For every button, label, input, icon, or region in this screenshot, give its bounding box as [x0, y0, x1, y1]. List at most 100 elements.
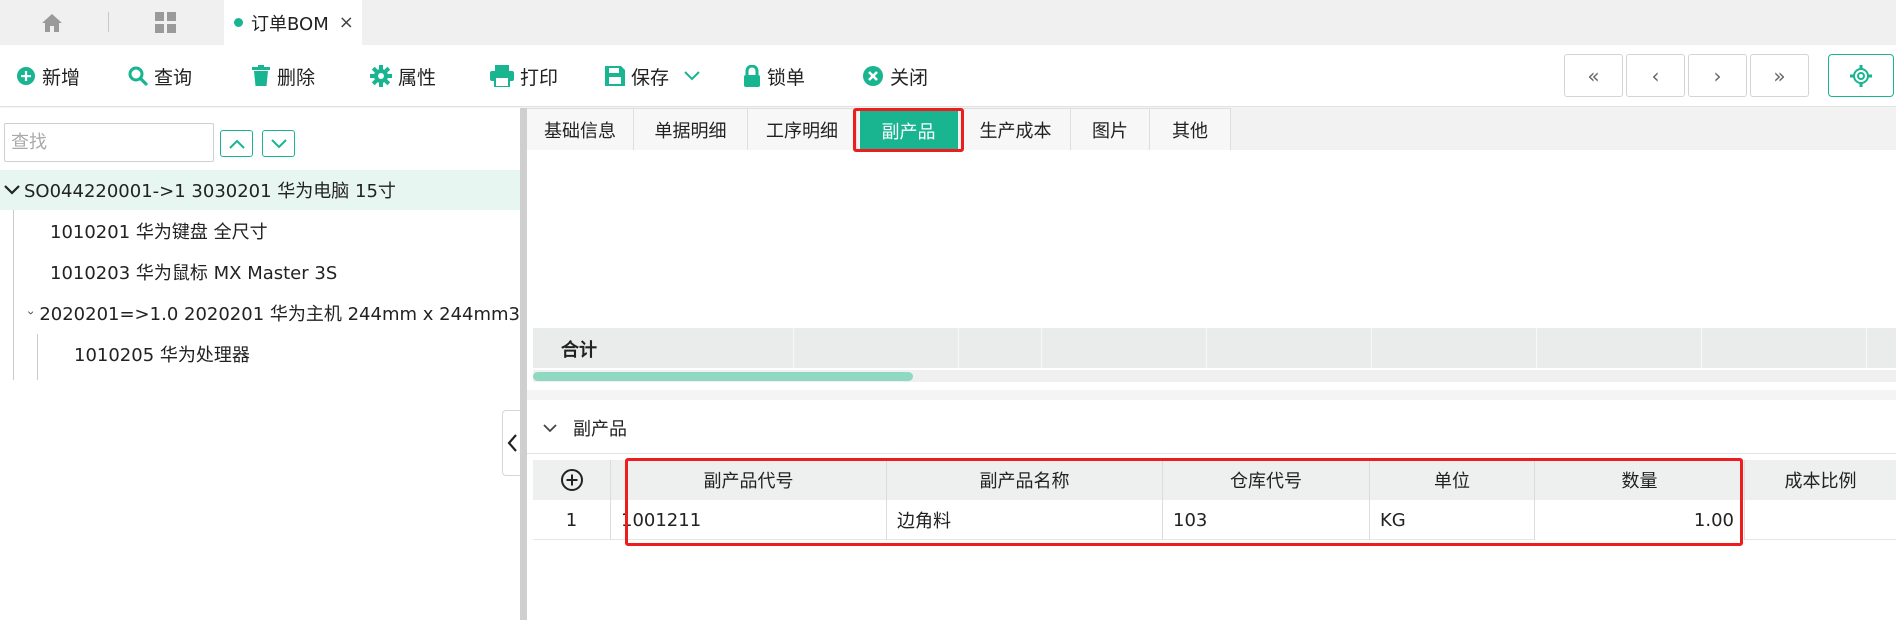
tab-production-cost[interactable]: 生产成本 [961, 108, 1071, 150]
tab-label: 图片 [1092, 120, 1128, 142]
tree-node-label: 1010205 华为处理器 [74, 345, 250, 366]
section-divider [527, 390, 1896, 400]
active-dot-icon [234, 18, 243, 27]
last-record-button[interactable]: » [1750, 54, 1809, 97]
double-chevron-left-icon: « [1587, 63, 1600, 88]
sum-label: 合计 [561, 340, 597, 361]
plus-circle-icon [560, 469, 583, 491]
divider [108, 12, 109, 32]
next-record-button[interactable]: › [1688, 54, 1747, 97]
horizontal-scrollbar[interactable] [533, 370, 1896, 382]
tree-node-label: 2020201=>1.0 2020201 华为主机 244mm x 244mm3 [39, 304, 520, 325]
chevron-down-icon [270, 138, 287, 148]
chevron-down-icon [543, 423, 557, 432]
search-icon [128, 66, 148, 86]
tree-node-root[interactable]: SO044220001->1 3030201 华为电脑 15寸 [0, 170, 520, 210]
divider [1866, 328, 1867, 368]
tab-label: 其他 [1172, 120, 1208, 142]
home-icon[interactable] [36, 10, 68, 36]
tree-node[interactable]: 1010203 华为鼠标 MX Master 3S [0, 252, 520, 292]
document-tab-title: 订单BOM [251, 13, 329, 35]
search-next-button[interactable] [262, 130, 295, 157]
tree-panel: SO044220001->1 3030201 华为电脑 15寸 1010201 … [0, 108, 520, 620]
printer-icon [490, 65, 514, 87]
chevron-left-icon: ‹ [1651, 63, 1660, 88]
chevron-left-icon [507, 434, 517, 452]
double-chevron-right-icon: » [1773, 63, 1786, 88]
apps-grid-icon[interactable] [150, 10, 182, 36]
tree-node-expandable[interactable]: 2020201=>1.0 2020201 华为主机 244mm x 244mm3 [0, 293, 520, 333]
gear-icon [1850, 64, 1872, 87]
save-disk-icon [605, 66, 625, 86]
divider [1371, 328, 1372, 368]
tree-node-label: 1010203 华为鼠标 MX Master 3S [50, 263, 338, 284]
tree-node-label: SO044220001->1 3030201 华为电脑 15寸 [24, 181, 396, 202]
save-dropdown-chevron-icon[interactable] [684, 61, 706, 91]
delete-button-label: 删除 [277, 66, 316, 89]
by-products-section-header[interactable]: 副产品 [527, 408, 1896, 448]
column-header[interactable]: 成本比例 [1745, 460, 1896, 500]
plus-circle-icon [17, 67, 35, 85]
tab-basic-info[interactable]: 基础信息 [527, 108, 634, 150]
toolbar: 新增 查询 删除 属性 打印 保存 锁单 关闭 « ‹ › » [0, 45, 1896, 107]
tab-label: 生产成本 [979, 120, 1052, 142]
save-button-label: 保存 [631, 66, 670, 89]
top-tab-bar: 订单BOM × [0, 0, 1896, 45]
tab-images[interactable]: 图片 [1071, 108, 1150, 150]
chevron-right-icon: › [1713, 63, 1722, 88]
print-button-label: 打印 [520, 66, 559, 89]
save-button[interactable]: 保存 [605, 61, 669, 91]
lock-button[interactable]: 锁单 [743, 61, 805, 91]
properties-button[interactable]: 属性 [370, 61, 436, 91]
detail-tabs: 基础信息 单据明细 工序明细 副产品 生产成本 图片 其他 [527, 108, 1896, 150]
tab-document-details[interactable]: 单据明细 [634, 108, 748, 150]
divider [1536, 328, 1537, 368]
gear-icon [370, 65, 392, 87]
collapse-panel-button[interactable] [502, 410, 520, 476]
close-circle-icon [863, 66, 883, 86]
row-index: 1 [533, 500, 611, 540]
divider [1701, 328, 1702, 368]
delete-button[interactable]: 删除 [251, 61, 315, 91]
highlight-box-grid [625, 458, 1743, 546]
section-title: 副产品 [573, 419, 627, 440]
trash-icon [252, 65, 270, 86]
tab-label: 工序明细 [766, 120, 838, 142]
close-button[interactable]: 关闭 [862, 61, 928, 91]
close-button-label: 关闭 [890, 66, 929, 89]
tab-label: 基础信息 [544, 120, 616, 142]
highlight-box-tab [853, 108, 964, 152]
scrollbar-thumb[interactable] [533, 372, 913, 381]
document-tab-order-bom[interactable]: 订单BOM × [224, 0, 362, 45]
previous-record-button[interactable]: ‹ [1626, 54, 1685, 97]
divider [958, 328, 959, 368]
tab-label: 单据明细 [654, 120, 727, 142]
divider [1041, 328, 1042, 368]
add-row-button[interactable] [533, 460, 611, 500]
divider [1206, 328, 1207, 368]
add-button-label: 新增 [42, 66, 81, 89]
add-button[interactable]: 新增 [16, 61, 80, 91]
query-button[interactable]: 查询 [128, 61, 192, 91]
divider [793, 328, 794, 368]
panel-splitter[interactable] [520, 108, 527, 620]
cost-ratio-cell[interactable] [1745, 500, 1896, 540]
detail-panel: 基础信息 单据明细 工序明细 副产品 生产成本 图片 其他 合计 副产品 副产品… [527, 108, 1896, 620]
settings-button[interactable] [1828, 54, 1894, 97]
first-record-button[interactable]: « [1564, 54, 1623, 97]
print-button[interactable]: 打印 [490, 61, 558, 91]
upper-grid-summary-row: 合计 [533, 328, 1896, 368]
tab-other[interactable]: 其他 [1150, 108, 1231, 150]
chevron-up-icon [228, 139, 245, 149]
tree-node-label: 1010201 华为键盘 全尺寸 [50, 222, 268, 243]
tree-search-input[interactable] [4, 123, 214, 162]
tree-node[interactable]: 1010205 华为处理器 [0, 334, 520, 374]
lock-button-label: 锁单 [767, 66, 806, 89]
divider [527, 453, 1896, 454]
properties-button-label: 属性 [398, 66, 437, 89]
tree-node[interactable]: 1010201 华为键盘 全尺寸 [0, 211, 520, 251]
close-tab-icon[interactable]: × [339, 12, 354, 33]
query-button-label: 查询 [154, 66, 193, 89]
search-previous-button[interactable] [220, 130, 253, 157]
tab-process-details[interactable]: 工序明细 [748, 108, 857, 150]
